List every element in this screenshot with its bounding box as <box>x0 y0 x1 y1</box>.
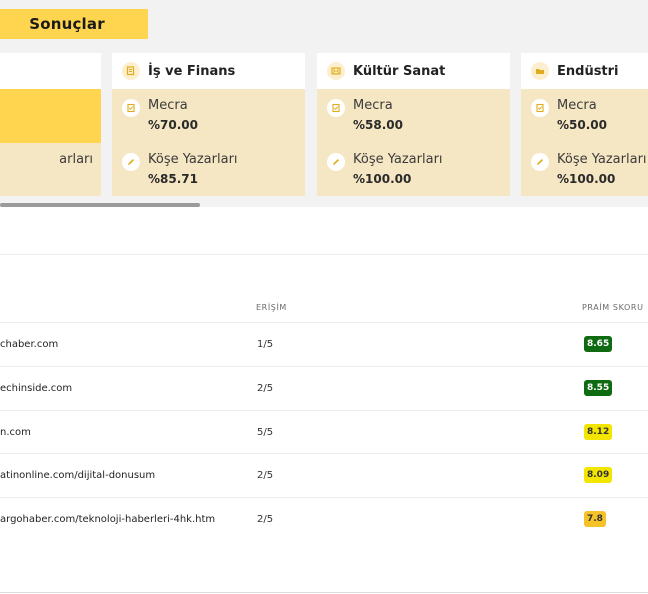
metric-value: %100.00 <box>353 172 412 186</box>
checklist-icon <box>531 99 549 117</box>
column-header-access[interactable]: ERİŞİM <box>256 303 287 312</box>
card-header: Endüstri <box>521 53 648 89</box>
url-cell[interactable]: argohaber.com/teknoloji-haberleri-4hk.ht… <box>0 514 215 525</box>
score-badge: 8.55 <box>584 380 613 396</box>
metric-label: Köşe Yazarları <box>557 152 647 167</box>
metric-label: Köşe Yazarları <box>353 152 443 167</box>
table-row[interactable]: argohaber.com/teknoloji-haberleri-4hk.ht… <box>0 497 648 540</box>
film-icon <box>327 62 345 80</box>
metric-kose-yazarlari: Köşe Yazarları %85.71 <box>122 152 238 187</box>
metric-value: %100.00 <box>557 172 616 186</box>
table-row[interactable]: chaber.com 1/5 8.65 <box>0 322 648 365</box>
metric-label: Mecra <box>353 98 393 113</box>
url-cell[interactable]: n.com <box>0 427 31 438</box>
category-card-partial[interactable]: arları <box>0 53 101 196</box>
pencil-icon <box>327 153 345 171</box>
access-cell: 2/5 <box>257 383 274 394</box>
score-badge: 8.09 <box>584 467 613 483</box>
metric-label: Mecra <box>148 98 188 113</box>
access-cell: 5/5 <box>257 427 274 438</box>
card-title: Endüstri <box>557 63 619 79</box>
metric-value: %50.00 <box>557 118 607 132</box>
metric-label: Köşe Yazarları <box>148 152 238 167</box>
bottom-edge <box>0 592 648 593</box>
card-header: Kültür Sanat <box>317 53 510 89</box>
card-header <box>0 53 101 89</box>
card-title: Kültür Sanat <box>353 63 446 79</box>
horizontal-scrollbar[interactable] <box>0 203 200 207</box>
card-title: İş ve Finans <box>148 63 236 79</box>
document-icon <box>122 62 140 80</box>
metric-label: arları <box>59 152 93 167</box>
access-cell: 2/5 <box>257 470 274 481</box>
url-cell[interactable]: atinonline.com/dijital-donusum <box>0 470 155 481</box>
column-header-score[interactable]: PRAİM SKORU <box>582 303 644 312</box>
metric-mecra: Mecra %58.00 <box>327 98 403 133</box>
score-badge: 8.65 <box>584 336 613 352</box>
access-cell: 2/5 <box>257 514 274 525</box>
category-card-kultur-sanat[interactable]: Kültür Sanat Mecra %58.00 Köşe Yazarları… <box>317 53 510 196</box>
card-highlight <box>0 89 101 143</box>
table-row[interactable]: n.com 5/5 8.12 <box>0 410 648 453</box>
results-tab[interactable]: Sonuçlar <box>0 9 148 39</box>
checklist-icon <box>122 99 140 117</box>
score-badge: 7.8 <box>584 511 606 527</box>
metric-kose-yazarlari: Köşe Yazarları %100.00 <box>327 152 443 187</box>
category-card-is-ve-finans[interactable]: İş ve Finans Mecra %70.00 Köşe Yazarları… <box>112 53 305 196</box>
metric-value: %58.00 <box>353 118 403 132</box>
table-row[interactable]: atinonline.com/dijital-donusum 2/5 8.09 <box>0 453 648 496</box>
checklist-icon <box>327 99 345 117</box>
metric-value: %70.00 <box>148 118 198 132</box>
access-cell: 1/5 <box>257 339 274 350</box>
divider <box>0 254 648 255</box>
table-row[interactable]: echinside.com 2/5 8.55 <box>0 366 648 409</box>
metric-mecra: Mecra %70.00 <box>122 98 198 133</box>
url-cell[interactable]: chaber.com <box>0 339 58 350</box>
pencil-icon <box>531 153 549 171</box>
metric-value: %85.71 <box>148 172 198 186</box>
folder-icon <box>531 62 549 80</box>
metric-mecra: Mecra %50.00 <box>531 98 607 133</box>
metric-kose-yazarlari: Köşe Yazarları %100.00 <box>531 152 647 187</box>
card-header: İş ve Finans <box>112 53 305 89</box>
url-cell[interactable]: echinside.com <box>0 383 72 394</box>
metric-label: Mecra <box>557 98 597 113</box>
pencil-icon <box>122 153 140 171</box>
score-badge: 8.12 <box>584 424 613 440</box>
category-card-endustri[interactable]: Endüstri Mecra %50.00 Köşe Yazarları %10… <box>521 53 648 196</box>
